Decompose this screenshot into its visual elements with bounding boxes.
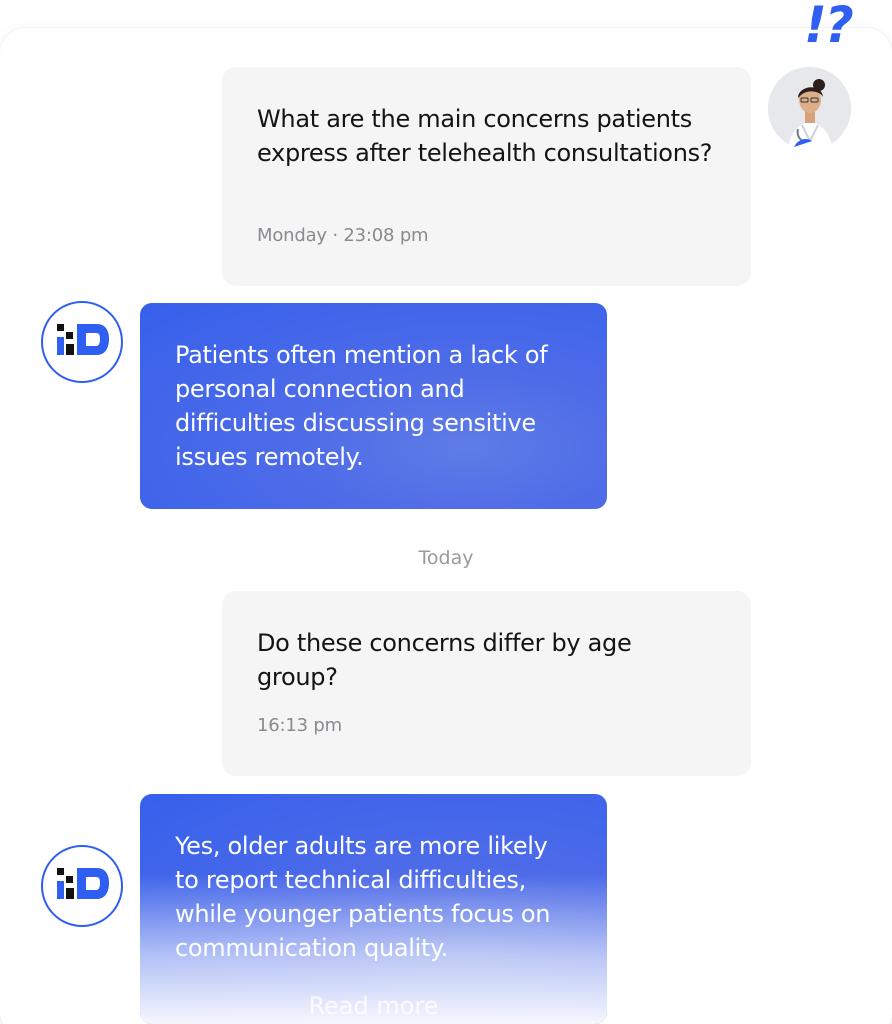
day-divider: Today — [418, 547, 474, 569]
read-more-link[interactable]: Read more — [140, 992, 607, 1020]
io-logo-icon — [57, 324, 109, 355]
assistant-avatar — [41, 301, 123, 383]
question-badge: !? — [804, 0, 854, 54]
message-timestamp: 16:13 pm — [257, 715, 342, 736]
message-timestamp: Monday · 23:08 pm — [257, 225, 429, 246]
assistant-message: Patients often mention a lack of persona… — [140, 303, 607, 509]
assistant-message: Yes, older adults are more likely to rep… — [140, 794, 607, 1024]
user-message: Do these concerns differ by age group? 1… — [222, 591, 751, 776]
message-text: Yes, older adults are more likely to rep… — [175, 832, 551, 962]
user-message: What are the main concerns patients expr… — [222, 67, 751, 286]
user-avatar — [768, 67, 851, 150]
io-logo-icon — [57, 868, 109, 899]
assistant-avatar — [41, 845, 123, 927]
doctor-avatar-icon — [768, 67, 851, 150]
message-text: Do these concerns differ by age group? — [257, 629, 632, 691]
message-text: What are the main concerns patients expr… — [257, 105, 713, 167]
message-text: Patients often mention a lack of persona… — [175, 341, 548, 471]
